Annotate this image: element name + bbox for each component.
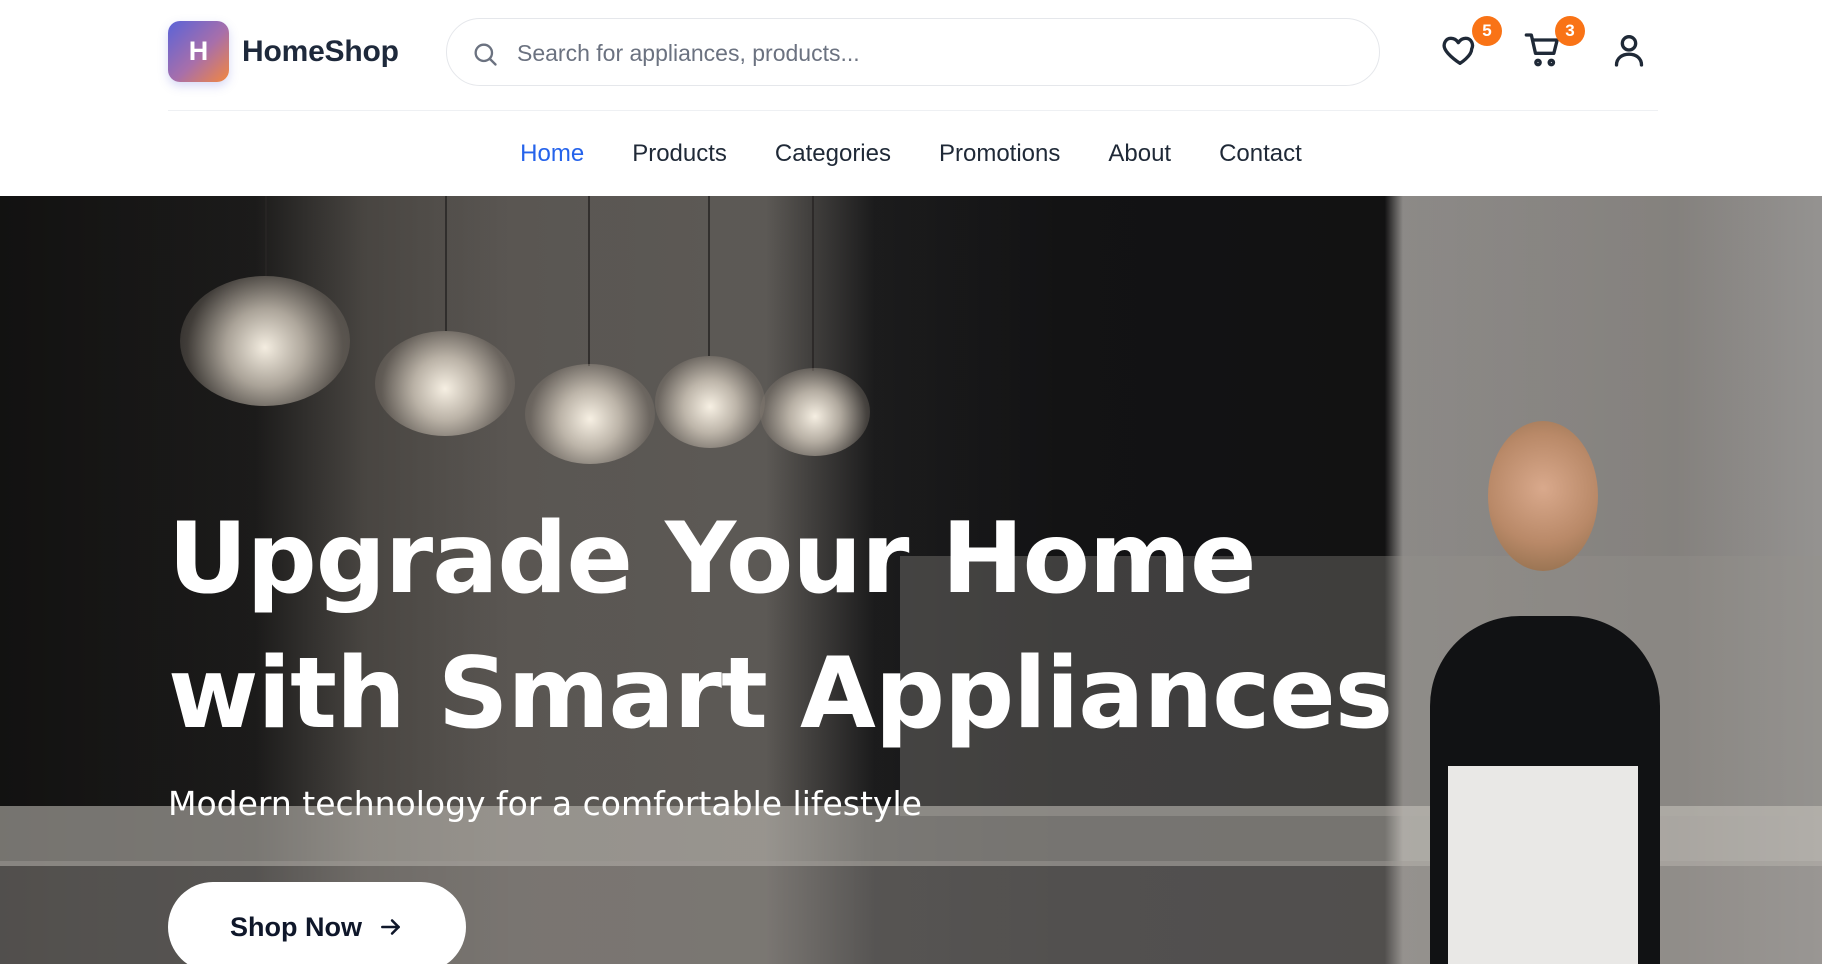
hero-title: Upgrade Your Home with Smart Appliances [168,492,1468,762]
search-bar [446,18,1380,86]
nav-item-contact[interactable]: Contact [1219,140,1302,168]
account-button[interactable] [1609,30,1653,74]
logo-mark: H [168,21,229,82]
shop-now-button[interactable]: Shop Now [168,882,466,964]
site-header: H HomeShop 5 3 Home [0,0,1822,196]
pendant-wire [265,196,267,276]
pendant-lamp [760,368,870,456]
pendant-lamp [655,356,765,448]
nav-item-categories[interactable]: Categories [775,140,891,168]
search-input[interactable] [517,33,1337,73]
hero-person-head [1488,421,1598,571]
nav-item-home[interactable]: Home [520,140,584,168]
pendant-wire [708,196,710,356]
nav-item-promotions[interactable]: Promotions [939,140,1060,168]
brand-name: HomeShop [242,34,399,68]
cart-button[interactable]: 3 [1523,16,1585,74]
nav-item-products[interactable]: Products [632,140,727,168]
pendant-lamp [180,276,350,406]
wishlist-count-badge: 5 [1472,16,1502,46]
arrow-right-icon [381,919,400,935]
nav-item-about[interactable]: About [1108,140,1171,168]
shop-now-label: Shop Now [230,911,362,942]
pendant-wire [812,196,814,371]
pendant-lamp [375,331,515,436]
hero-title-line-2: with Smart Appliances [168,637,1393,751]
pendant-wire [445,196,447,331]
hero-subtitle: Modern technology for a comfortable life… [168,784,922,823]
wishlist-button[interactable]: 5 [1440,16,1502,74]
search-icon [474,43,497,66]
main-nav: Home Products Categories Promotions Abou… [0,111,1822,196]
pendant-lamp [525,364,655,464]
cart-count-badge: 3 [1555,16,1585,46]
user-icon [1614,35,1644,67]
hero-person-pants [1448,766,1638,964]
hero-title-line-1: Upgrade Your Home [168,502,1257,616]
top-bar: H HomeShop 5 3 [168,0,1658,111]
logo[interactable]: H HomeShop [168,21,399,82]
pendant-wire [588,196,590,366]
hero-banner: Upgrade Your Home with Smart Appliances … [0,196,1822,964]
